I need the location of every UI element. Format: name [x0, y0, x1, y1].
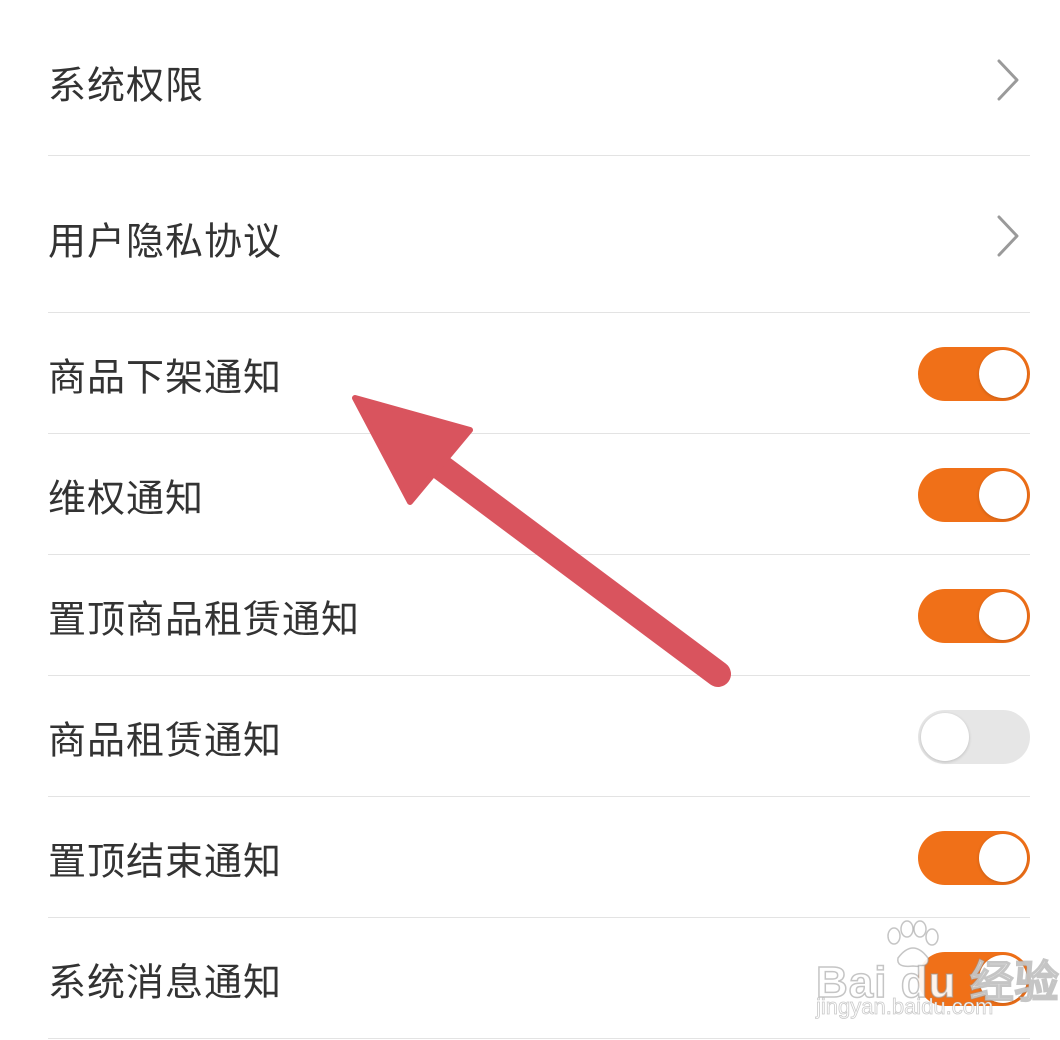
settings-item-label: 置顶商品租赁通知: [48, 597, 361, 641]
toggle-switch[interactable]: [918, 346, 1030, 401]
toggle-knob: [979, 591, 1027, 640]
chevron-right-icon: [997, 215, 1019, 257]
settings-item-system-message-notice: 系统消息通知: [0, 918, 1060, 1039]
toggle-knob: [921, 712, 969, 761]
toggle-knob: [979, 833, 1027, 882]
toggle-switch[interactable]: [918, 467, 1030, 522]
settings-item-system-permissions[interactable]: 系统权限: [0, 0, 1060, 156]
settings-item-label: 系统消息通知: [48, 960, 283, 1004]
toggle-knob: [979, 349, 1027, 398]
settings-item-product-rental-notice: 商品租赁通知: [0, 676, 1060, 797]
settings-item-label: 置顶结束通知: [48, 839, 283, 883]
settings-item-pinned-product-rental-notice: 置顶商品租赁通知: [0, 555, 1060, 676]
toggle-switch[interactable]: [918, 588, 1030, 643]
settings-item-label: 系统权限: [48, 63, 205, 108]
toggle-knob: [979, 470, 1027, 519]
toggle-switch[interactable]: [918, 830, 1030, 885]
settings-item-user-privacy-agreement[interactable]: 用户隐私协议: [0, 156, 1060, 313]
chevron-right-icon: [997, 59, 1019, 101]
settings-item-label: 商品下架通知: [48, 355, 283, 399]
settings-item-label: 商品租赁通知: [48, 718, 283, 762]
toggle-knob: [979, 954, 1027, 1003]
settings-item-rights-protection-notice: 维权通知: [0, 434, 1060, 555]
settings-item-label: 维权通知: [48, 476, 205, 520]
toggle-switch[interactable]: [918, 951, 1030, 1006]
settings-item-pin-ended-notice: 置顶结束通知: [0, 797, 1060, 918]
settings-item-label: 用户隐私协议: [48, 219, 283, 264]
divider: [48, 1038, 1030, 1039]
settings-page: 系统权限 用户隐私协议 商品下架通知 维权通知 置顶商品租赁通知 商品租赁通知 …: [0, 0, 1060, 1040]
toggle-switch[interactable]: [918, 709, 1030, 764]
settings-item-product-delisting-notice: 商品下架通知: [0, 313, 1060, 434]
